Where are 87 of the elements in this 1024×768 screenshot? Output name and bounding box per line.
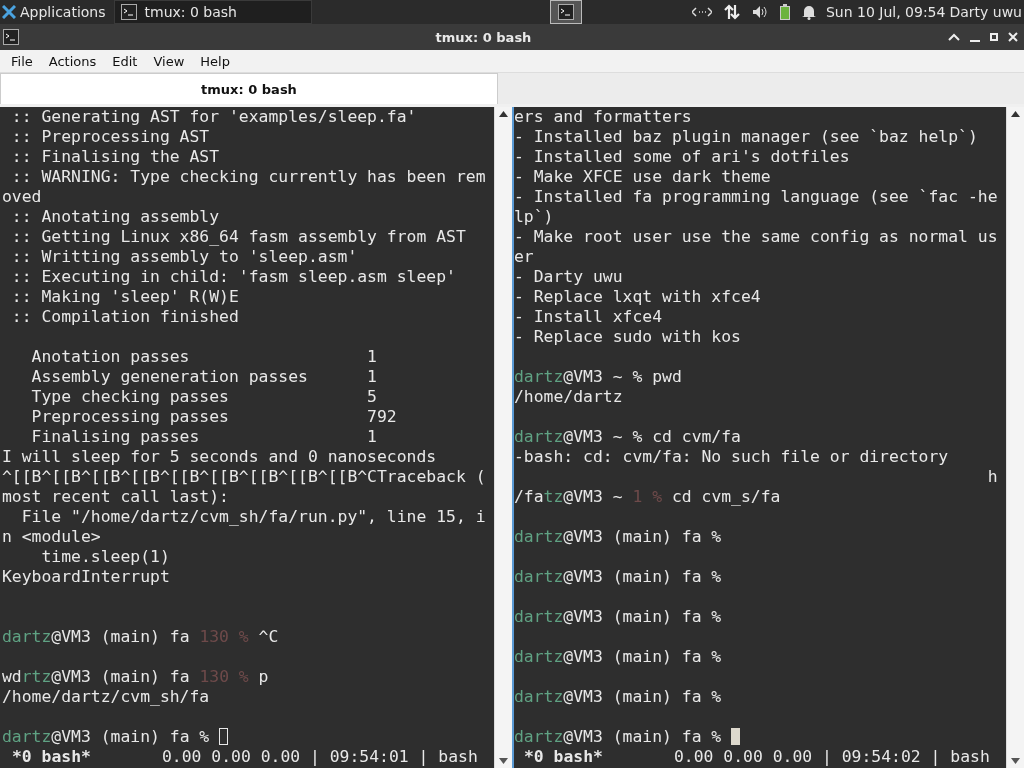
- terminal-line: dartz@VM3 (main) fa 130 % ^C: [2, 627, 280, 647]
- applications-menu[interactable]: Applications: [0, 0, 110, 24]
- terminal-line: :: Finalising the AST: [10, 147, 221, 167]
- scroll-up-icon[interactable]: [1011, 111, 1020, 117]
- terminal-line: h: [986, 467, 999, 487]
- terminal-line: - Install xfce4: [514, 307, 664, 327]
- tab[interactable]: tmux: 0 bash: [0, 73, 498, 104]
- menu-item[interactable]: View: [145, 53, 193, 69]
- terminal-line: - Darty uwu: [514, 267, 624, 287]
- terminal-line: :: Getting Linux x86_64 fasm assembly from AST: [10, 227, 467, 247]
- terminal-line: dartz@VM3 (main) fa %: [2, 727, 494, 747]
- terminal-line: :: Writting assembly to 'sleep.asm': [10, 247, 359, 267]
- terminal-line: dartz@VM3 (main) fa %: [514, 567, 723, 587]
- terminal-line: /fatz@VM3 ~ 1 % cd cvm_s/fa: [514, 487, 782, 507]
- terminal-line: dartz@VM3 (main) fa %: [514, 607, 723, 627]
- terminal-line: - Installed some of ari's dotfiles: [514, 147, 851, 167]
- bell-icon[interactable]: [801, 4, 816, 20]
- terminal-line: :: Generating AST for 'examples/sleep.fa': [10, 107, 418, 127]
- terminal-line: /home/dartz/cvm_sh/fa: [2, 687, 211, 707]
- terminal-line: dartz@VM3 ~ % pwd: [514, 367, 683, 387]
- status-info: 0.00 0.00 0.00 | 09:54:02 | bash: [674, 747, 990, 767]
- terminal-line: I will sleep for 5 seconds and 0 nanoseconds: [2, 447, 438, 467]
- status-info: 0.00 0.00 0.00 | 09:54:01 | bash: [162, 747, 478, 767]
- terminal-line: dartz@VM3 (main) fa %: [514, 687, 723, 707]
- scrollbar[interactable]: [1006, 107, 1024, 768]
- menu-item[interactable]: File: [3, 53, 41, 69]
- terminal-line: :: Making 'sleep' R(W)E: [10, 287, 240, 307]
- terminal-line: -bash: cd: cvm/fa: No such file or directory: [514, 447, 950, 467]
- window-title: tmux: 0 bash: [434, 29, 533, 45]
- menu-item[interactable]: Help: [192, 53, 238, 69]
- terminal-line: Assembly geneneration passes 1: [30, 367, 378, 387]
- terminal-icon: [120, 4, 137, 20]
- terminal-line: wd rtz@VM3 (main) fa 130 % p: [2, 667, 270, 687]
- clock[interactable]: Sun 10 Jul, 09:54: [825, 4, 946, 20]
- terminal-line: dartz@VM3 (main) fa %: [514, 727, 1006, 747]
- terminal-line: Finalising passes 1: [30, 427, 378, 447]
- scrollbar[interactable]: [494, 107, 512, 768]
- terminal-line: er: [514, 247, 535, 267]
- terminal-line: dartz@VM3 (main) fa %: [514, 647, 723, 667]
- workspace-button[interactable]: [549, 0, 582, 24]
- terminal-line: - Replace sudo with kos: [514, 327, 742, 347]
- terminal-line: ^[[B^[[B^[[B^[[B^[[B^[[B^[[B^[[B^[[B^CTraceback (: [2, 467, 487, 487]
- terminal-line: File "/home/dartz/cvm_sh/fa/run.py", line 15, i: [20, 507, 487, 527]
- terminal-line: ers and formatters: [514, 107, 693, 127]
- terminal-line: - Installed baz plugin manager (see `baz help`): [514, 127, 979, 147]
- terminal-line: oved: [2, 187, 43, 207]
- terminal-line: /home/dartz: [514, 387, 624, 407]
- scroll-down-icon[interactable]: [499, 758, 508, 764]
- x-logo-icon: [2, 5, 16, 19]
- terminal-line: - Replace lxqt with xfce4: [514, 287, 762, 307]
- terminal-line: dartz@VM3 (main) fa %: [514, 527, 723, 547]
- scroll-up-icon[interactable]: [499, 111, 508, 117]
- terminal-line: n <module>: [2, 527, 102, 547]
- terminal-pane[interactable]: [512, 107, 1006, 768]
- terminal-icon: [3, 29, 19, 45]
- menu-item[interactable]: Actions: [40, 53, 105, 69]
- terminal-line: :: Compilation finished: [10, 307, 240, 327]
- user-name[interactable]: Darty uwu: [949, 4, 1022, 20]
- terminal-line: most recent call last):: [2, 487, 230, 507]
- terminal-line: :: Executing in child: 'fasm sleep.asm sleep': [10, 267, 457, 287]
- terminal-line: - Make root user use the same config as normal us: [514, 227, 999, 247]
- terminal-pane[interactable]: [0, 107, 494, 768]
- maximize-icon[interactable]: [990, 33, 998, 41]
- terminal-line: time.sleep(1): [40, 547, 171, 567]
- terminal-line: :: WARNING: Type checking currently has been rem: [10, 167, 487, 187]
- terminal-line: :: Anotating assembly: [10, 207, 221, 227]
- window-name: *0 bash*: [12, 747, 92, 767]
- terminal-line: lp`): [514, 207, 555, 227]
- transfer-icon[interactable]: [723, 4, 740, 20]
- close-icon[interactable]: [1008, 32, 1018, 42]
- terminal-line: Preprocessing passes 792: [30, 407, 398, 427]
- terminal-line: Type checking passes 5: [30, 387, 378, 407]
- network-icon[interactable]: [691, 7, 712, 17]
- terminal-line: - Make XFCE use dark theme: [514, 167, 772, 187]
- terminal-line: KeyboardInterrupt: [2, 567, 171, 587]
- taskbar-button[interactable]: tmux: 0 bash: [113, 0, 312, 24]
- terminal-line: dartz@VM3 ~ % cd cvm/fa: [514, 427, 742, 447]
- shade-icon[interactable]: [948, 33, 960, 41]
- scroll-down-icon[interactable]: [1011, 758, 1020, 764]
- battery-icon[interactable]: [779, 4, 790, 20]
- terminal-line: - Installed fa programming language (see `fac -he: [514, 187, 999, 207]
- terminal-line: Anotation passes 1: [30, 347, 378, 367]
- terminal-icon: [557, 4, 574, 20]
- terminal-line: :: Preprocessing AST: [10, 127, 211, 147]
- menu-item[interactable]: Edit: [104, 53, 146, 69]
- volume-icon[interactable]: [751, 5, 768, 19]
- window-name: *0 bash*: [524, 747, 604, 767]
